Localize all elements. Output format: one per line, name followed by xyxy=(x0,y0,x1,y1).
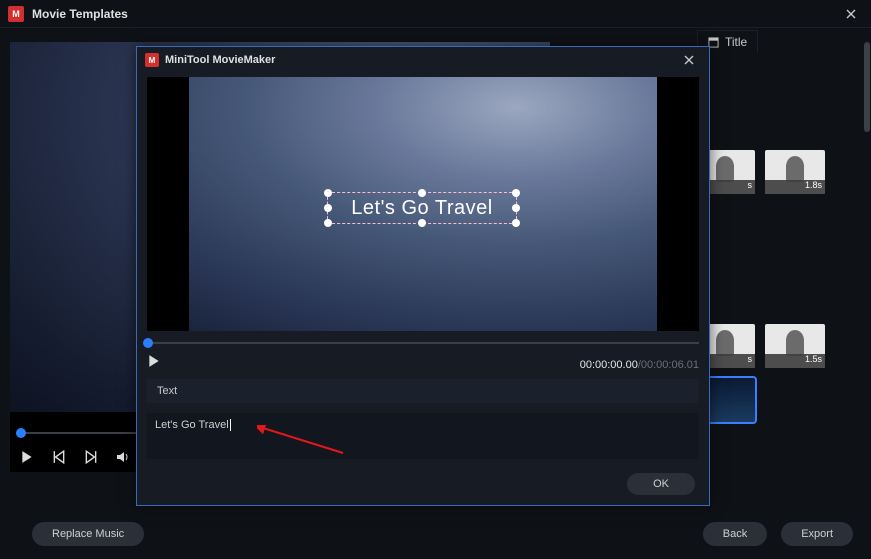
resize-handle[interactable] xyxy=(512,219,520,227)
timecode-current: 00:00:00.00 xyxy=(580,359,638,371)
text-input[interactable]: Let's Go Travel xyxy=(147,413,699,459)
main-titlebar: M Movie Templates xyxy=(0,0,871,28)
play-icon[interactable] xyxy=(20,450,34,464)
export-button[interactable]: Export xyxy=(781,522,853,546)
dialog-close-icon[interactable] xyxy=(677,48,701,72)
volume-icon[interactable] xyxy=(116,450,130,464)
overlay-textbox[interactable]: Let's Go Travel xyxy=(327,192,517,224)
text-input-value: Let's Go Travel xyxy=(155,419,229,431)
text-editor-dialog: M MiniTool MovieMaker Let's Go Travel 00… xyxy=(136,46,710,506)
tab-title-label: Title xyxy=(725,35,747,49)
dialog-timecode: 00:00:00.00/00:00:06.01 xyxy=(580,359,699,371)
dialog-play-icon[interactable] xyxy=(147,354,161,371)
resize-handle[interactable] xyxy=(512,204,520,212)
dialog-titlebar: M MiniTool MovieMaker xyxy=(137,47,709,73)
replace-music-button[interactable]: Replace Music xyxy=(32,522,144,546)
dialog-timeline[interactable]: 00:00:00.00/00:00:06.01 xyxy=(147,337,699,361)
timecode-total: /00:00:06.01 xyxy=(638,359,699,371)
dialog-preview: Let's Go Travel xyxy=(147,77,699,331)
prev-frame-icon[interactable] xyxy=(52,450,66,464)
back-button[interactable]: Back xyxy=(703,522,767,546)
bg-playback-controls xyxy=(20,450,130,464)
dialog-playhead[interactable] xyxy=(143,338,153,348)
bg-playhead[interactable] xyxy=(16,428,26,438)
window-title: Movie Templates xyxy=(32,7,128,21)
scrollbar-thumb[interactable] xyxy=(864,42,870,132)
resize-handle[interactable] xyxy=(324,204,332,212)
text-caret xyxy=(230,419,231,431)
dialog-title: MiniTool MovieMaker xyxy=(165,54,275,66)
annotation-arrow xyxy=(257,425,347,455)
resize-handle[interactable] xyxy=(324,219,332,227)
close-icon[interactable] xyxy=(839,2,863,26)
thumb-duration: 1.8s xyxy=(765,180,825,194)
template-thumb[interactable]: 1.5s xyxy=(765,324,825,368)
scrollbar[interactable] xyxy=(863,42,871,449)
resize-handle[interactable] xyxy=(512,189,520,197)
footer: Replace Music Back Export xyxy=(0,509,871,559)
dialog-text-tab[interactable]: Text xyxy=(147,379,699,403)
overlay-text: Let's Go Travel xyxy=(351,197,492,220)
ok-button[interactable]: OK xyxy=(627,473,695,495)
resize-handle[interactable] xyxy=(324,189,332,197)
dialog-footer: OK xyxy=(137,459,709,505)
resize-handle[interactable] xyxy=(418,219,426,227)
thumbnail-grid: s 1.8s s 1.5s xyxy=(695,150,865,422)
thumb-duration: 1.5s xyxy=(765,354,825,368)
template-thumb[interactable]: 1.8s xyxy=(765,150,825,194)
app-icon: M xyxy=(8,6,24,22)
next-frame-icon[interactable] xyxy=(84,450,98,464)
dialog-app-icon: M xyxy=(145,53,159,67)
text-tab-label: Text xyxy=(157,385,177,397)
resize-handle[interactable] xyxy=(418,189,426,197)
